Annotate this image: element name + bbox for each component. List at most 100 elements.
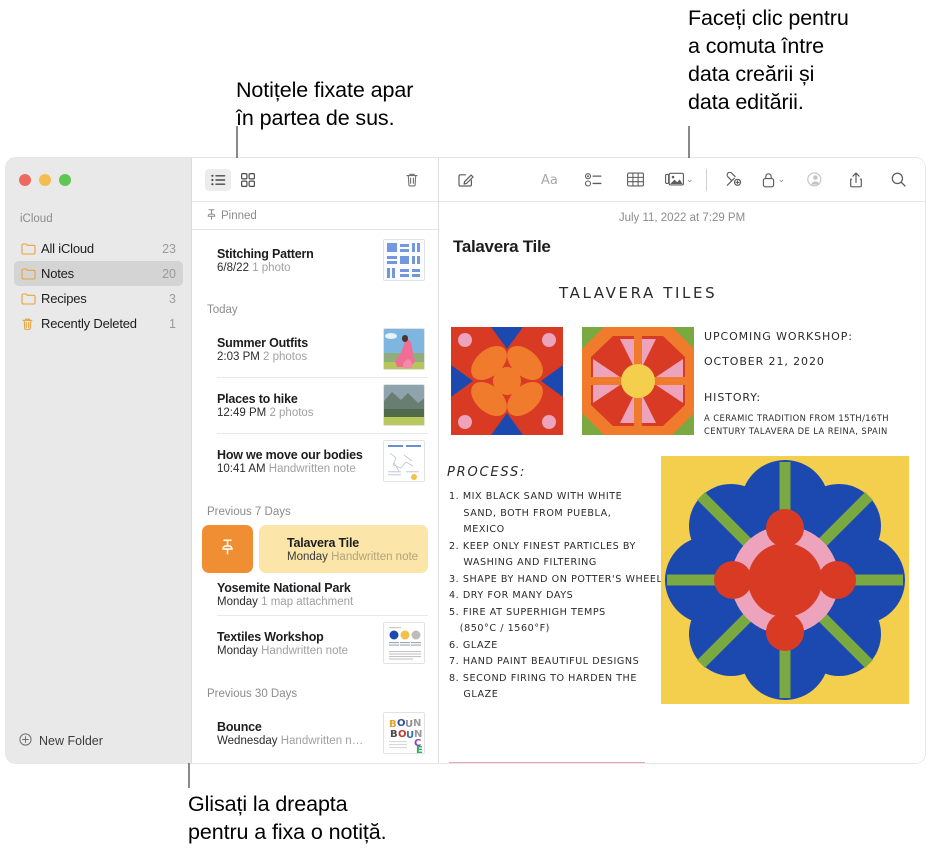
list-item[interactable]: Bounce Wednesday Handwritten n… BOUN BOU… — [192, 705, 438, 761]
checklist-button[interactable] — [581, 169, 607, 191]
format-text-button[interactable]: Aa — [539, 169, 565, 191]
note-thumbnail — [383, 384, 425, 426]
list-item[interactable]: Summer Outfits 2:03 PM 2 photos — [192, 321, 438, 377]
sidebar-item-count: 1 — [169, 316, 176, 331]
table-button[interactable] — [623, 169, 649, 191]
note-text: Summer Outfits 2:03 PM 2 photos — [217, 336, 375, 363]
svg-text:B: B — [390, 729, 398, 740]
note-date: Monday — [217, 596, 258, 608]
new-folder-button[interactable]: New Folder — [6, 733, 103, 749]
process-step: 6. GLAZE — [449, 639, 498, 651]
note-meta: Monday 1 map attachment — [217, 596, 425, 608]
notes-list-toolbar — [192, 158, 438, 202]
note-title: Stitching Pattern — [217, 246, 314, 261]
link-button[interactable] — [720, 169, 746, 191]
pinned-label: Pinned — [221, 210, 257, 222]
folder-icon — [21, 267, 41, 280]
notes-app-window: iCloud All iCloud 23 Notes 20 Recipes 3 … — [6, 158, 925, 763]
media-button[interactable]: ⌄ — [664, 169, 693, 191]
process-label: PROCESS: — [447, 465, 527, 480]
group-header-previous-7-days: Previous 7 Days — [207, 506, 291, 518]
new-folder-label: New Folder — [39, 734, 103, 748]
pin-note-action-button[interactable] — [202, 525, 253, 573]
note-summary: 1 map attachment — [261, 596, 354, 608]
sidebar-item-recently-deleted[interactable]: Recently Deleted 1 — [14, 311, 183, 336]
page-title: Talavera Tile — [453, 237, 551, 256]
note-meta: 6/8/22 1 photo — [217, 262, 375, 274]
note-meta: Wednesday Handwritten n… — [217, 735, 375, 747]
share-icon — [850, 172, 862, 187]
maximize-button[interactable] — [59, 174, 71, 186]
note-summary: Handwritten note — [331, 550, 419, 563]
process-step: 8. SECOND FIRING TO HARDEN THE — [449, 672, 637, 684]
gallery-view-button[interactable] — [235, 169, 261, 191]
note-row-swiped-talavera[interactable]: Talavera Tile Monday Handwritten note — [192, 525, 438, 573]
list-item[interactable]: Places to hike 12:49 PM 2 photos — [192, 377, 438, 433]
process-step: 1. MIX BLACK SAND WITH WHITE — [449, 491, 623, 502]
note-meta: 12:49 PM 2 photos — [217, 407, 375, 419]
note-thumbnail — [383, 328, 425, 370]
process-step: (850°C / 1560°F) — [449, 623, 550, 634]
note-title: Places to hike — [217, 391, 298, 406]
note-meta: Monday Handwritten note — [217, 645, 375, 657]
history-line-1: A CERAMIC TRADITION FROM 15TH/16TH — [704, 413, 889, 423]
list-item[interactable]: Stitching Pattern 6/8/22 1 photo — [192, 230, 438, 288]
note-title: Yosemite National Park — [217, 581, 351, 595]
row-divider — [217, 615, 428, 616]
sidebar: iCloud All iCloud 23 Notes 20 Recipes 3 … — [6, 158, 191, 763]
close-button[interactable] — [19, 174, 31, 186]
note-date: Monday — [217, 644, 258, 657]
note-date: Monday — [287, 550, 328, 563]
lock-button[interactable]: ⌄ — [762, 169, 785, 191]
notes-list-column: Pinned Stitching Pattern 6/8/22 1 photo — [191, 158, 439, 763]
list-view-button[interactable] — [205, 168, 231, 191]
callout-toggle-date: Faceți clic pentru a comuta între data c… — [688, 6, 849, 114]
note-date: 10:41 AM — [217, 462, 266, 475]
window-controls[interactable] — [19, 174, 71, 186]
toolbar-divider — [706, 168, 708, 191]
trash-icon — [21, 317, 41, 331]
share-button[interactable] — [843, 169, 869, 191]
list-view-icon — [210, 174, 225, 185]
sidebar-section-label: iCloud — [20, 213, 53, 225]
sidebar-item-label: All iCloud — [41, 241, 94, 256]
note-summary: 2 photos — [269, 406, 314, 419]
note-date: Wednesday — [217, 734, 278, 747]
note-thumbnail: BOUN BOUN CE — [383, 712, 425, 754]
media-icon — [664, 172, 684, 186]
note-title: Summer Outfits — [217, 335, 308, 350]
workshop-date: OCTOBER 21, 2020 — [704, 355, 825, 368]
group-header-today: Today — [207, 304, 238, 316]
link-icon — [727, 172, 742, 186]
compose-note-icon — [458, 173, 474, 187]
sidebar-item-notes[interactable]: Notes 20 — [14, 261, 183, 286]
note-title: Textiles Workshop — [217, 629, 324, 644]
collaborate-button[interactable] — [801, 169, 827, 191]
note-thumbnail — [383, 440, 425, 482]
note-date: 2:03 PM — [217, 350, 260, 363]
sidebar-item-count: 3 — [169, 291, 176, 306]
sidebar-item-recipes[interactable]: Recipes 3 — [14, 286, 183, 311]
list-item[interactable]: Yosemite National Park Monday 1 map atta… — [192, 573, 438, 615]
minimize-button[interactable] — [39, 174, 51, 186]
delete-note-button[interactable] — [399, 169, 425, 191]
list-item[interactable]: How we move our bodies 10:41 AM Handwrit… — [192, 433, 438, 489]
note-timestamp[interactable]: July 11, 2022 at 7:29 PM — [439, 202, 925, 224]
row-divider — [217, 377, 428, 378]
note-title: Bounce — [217, 719, 262, 734]
checklist-icon — [585, 172, 602, 187]
sidebar-item-count: 23 — [162, 241, 176, 256]
note-card-selected[interactable]: Talavera Tile Monday Handwritten note — [259, 525, 428, 573]
workshop-label: UPCOMING WORKSHOP: — [704, 330, 853, 343]
tile-image-butterfly — [451, 327, 563, 435]
search-button[interactable] — [885, 169, 911, 191]
note-text: Places to hike 12:49 PM 2 photos — [217, 392, 375, 419]
compose-note-button[interactable] — [453, 169, 479, 191]
sidebar-item-all-icloud[interactable]: All iCloud 23 — [14, 236, 183, 261]
svg-text:U: U — [406, 730, 414, 741]
process-step: 2. KEEP ONLY FINEST PARTICLES BY — [449, 540, 636, 552]
list-item[interactable]: Textiles Workshop Monday Handwritten not… — [192, 615, 438, 671]
note-body-canvas[interactable]: TALAVERA TILES UPCOMING WORKSHOP: OCTOBE… — [439, 257, 925, 763]
note-title: Talavera Tile — [287, 535, 359, 550]
note-meta: 2:03 PM 2 photos — [217, 351, 375, 363]
